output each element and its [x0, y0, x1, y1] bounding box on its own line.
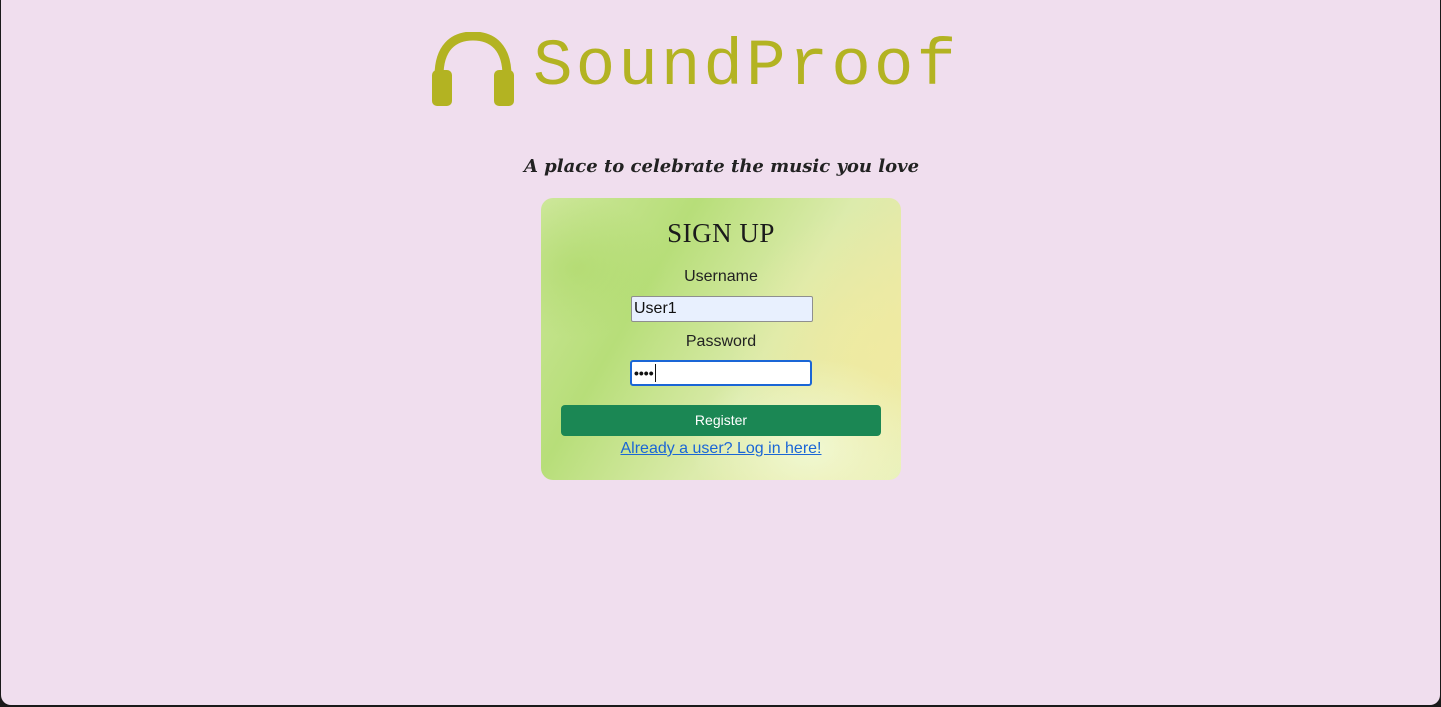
username-value: User1	[634, 300, 677, 317]
username-input[interactable]: User1	[631, 296, 813, 322]
brand-name: SoundProof	[533, 29, 960, 104]
headphones-icon	[432, 32, 514, 106]
password-input[interactable]: ••••	[630, 360, 812, 386]
username-label: Username	[684, 268, 758, 285]
text-caret	[654, 364, 656, 382]
signup-card: SIGN UP Username User1 Password •••• Reg…	[541, 198, 901, 480]
page: SoundProof A place to celebrate the musi…	[1, 0, 1440, 705]
brand-header: SoundProof	[431, 29, 960, 110]
register-button[interactable]: Register	[561, 405, 881, 436]
login-link[interactable]: Already a user? Log in here!	[541, 440, 901, 458]
password-label: Password	[685, 333, 757, 350]
password-value: ••••	[634, 365, 654, 381]
signup-title: SIGN UP	[667, 218, 775, 248]
tagline: A place to celebrate the music you love	[523, 156, 920, 177]
